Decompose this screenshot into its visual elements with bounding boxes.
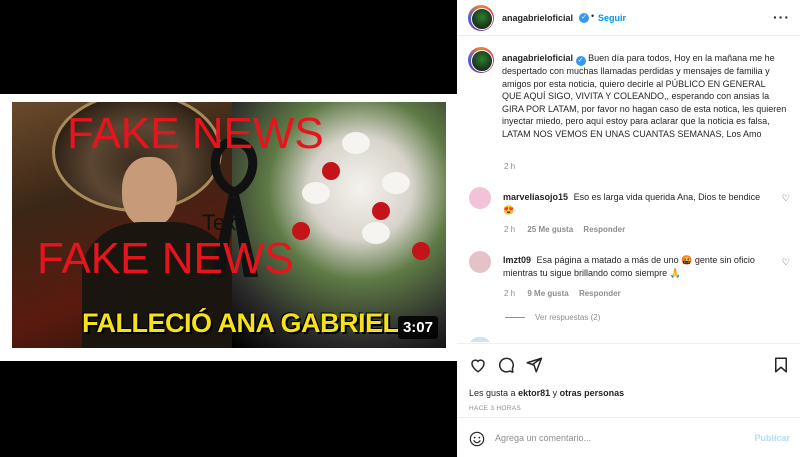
heart-icon[interactable] (469, 356, 487, 374)
white-flower (362, 222, 390, 244)
comment-time: 2 h (504, 225, 516, 234)
comment-reply-button[interactable]: Responder (583, 225, 625, 234)
comment-like-heart-icon[interactable]: ♡ (782, 257, 790, 268)
publish-button[interactable]: Publicar (754, 433, 790, 443)
comment-like-heart-icon[interactable]: ♡ (782, 193, 790, 204)
red-rose (292, 222, 310, 240)
singer-face (122, 157, 177, 227)
more-options-icon[interactable]: ··· (773, 9, 790, 25)
fake-news-overlay-bottom: FAKE NEWS (37, 234, 294, 283)
commenter-avatar[interactable] (469, 251, 491, 273)
smiley-icon[interactable] (469, 431, 485, 447)
white-flower (342, 132, 370, 154)
follow-button[interactable]: Seguir (598, 13, 626, 23)
bookmark-icon[interactable] (772, 356, 790, 374)
comment-like-count[interactable]: 9 Me gusta (527, 289, 568, 298)
commenter-username[interactable]: lmzt09 (503, 255, 531, 265)
comments-scroll-area[interactable]: anagabrieloficial ✓ Buen día para todos,… (457, 37, 800, 342)
send-icon[interactable] (525, 356, 543, 374)
view-replies-label[interactable]: Ver respuestas (2) (535, 313, 600, 322)
caption-time: 2 h (504, 162, 516, 171)
caption-author-avatar[interactable] (468, 47, 494, 73)
comment-input[interactable] (495, 430, 745, 446)
caption-text: Buen día para todos, Hoy en la mañana me… (502, 53, 787, 139)
white-flower (302, 182, 330, 204)
header-separator: • (591, 11, 595, 21)
red-rose (372, 202, 390, 220)
comment-meta: 2 h 9 Me gusta Responder (504, 289, 629, 298)
post-actions: Les gusta a ektor81 y otras personas HAC… (457, 343, 800, 417)
author-username[interactable]: anagabrieloficial (502, 13, 573, 23)
comment-time: 2 h (504, 289, 516, 298)
video-title: FALLECIÓ ANA GABRIEL (82, 308, 399, 338)
verified-badge-icon: ✓ (579, 13, 589, 23)
text-watermark: Text (202, 210, 243, 235)
post-timestamp[interactable]: HACE 3 HORAS (469, 405, 521, 412)
view-replies-button[interactable]: Ver respuestas (2) (505, 313, 600, 322)
video-thumbnail[interactable]: FAKE NEWS FAKE NEWS Text FALLECIÓ ANA GA… (12, 102, 446, 348)
caption-body: anagabrieloficial ✓ Buen día para todos,… (502, 52, 787, 141)
comment-text: Eso es larga vida querida Ana, Dios te b… (573, 192, 761, 202)
comment-icon[interactable] (497, 356, 515, 374)
post-media-pane: FAKE NEWS FAKE NEWS Text FALLECIÓ ANA GA… (0, 0, 457, 457)
likes-others-link[interactable]: otras personas (560, 388, 625, 398)
likes-mid: y (552, 388, 558, 398)
likes-prefix: Les gusta a (469, 388, 516, 398)
comment-body: lmzt09 Esa página a matado a más de uno … (503, 254, 775, 279)
post-side-panel: anagabrieloficial ✓ • Seguir ··· anagabr… (457, 0, 800, 457)
add-comment-bar: Publicar (457, 417, 800, 457)
verified-badge-icon: ✓ (575, 56, 586, 66)
red-rose (322, 162, 340, 180)
comment-reply-button[interactable]: Responder (579, 289, 621, 298)
comment-text: Esa página a matado a más de uno 🤬 gente… (503, 255, 755, 278)
commenter-username[interactable]: marveliasojo15 (503, 192, 568, 202)
video-thumbnail-frame[interactable]: FAKE NEWS FAKE NEWS Text FALLECIÓ ANA GA… (0, 94, 457, 361)
author-avatar[interactable] (468, 5, 494, 31)
post-header: anagabrieloficial ✓ • Seguir ··· (457, 0, 800, 36)
likes-summary: Les gusta a ektor81 y otras personas (469, 388, 624, 398)
comment-emoji: 😍 (503, 204, 515, 215)
replies-divider-line (505, 317, 525, 319)
next-comment-partial (469, 337, 491, 342)
red-rose (412, 242, 430, 260)
video-duration-badge: 3:07 (397, 316, 438, 339)
likes-user-link[interactable]: ektor81 (518, 388, 550, 398)
comment-body: marveliasojo15 Eso es larga vida querida… (503, 191, 775, 216)
white-flower (382, 172, 410, 194)
comment-meta: 2 h 25 Me gusta Responder (504, 225, 633, 234)
commenter-avatar[interactable] (469, 187, 491, 209)
fake-news-overlay-top: FAKE NEWS (67, 109, 324, 158)
caption-username[interactable]: anagabrieloficial (502, 53, 573, 63)
comment-like-count[interactable]: 25 Me gusta (527, 225, 573, 234)
